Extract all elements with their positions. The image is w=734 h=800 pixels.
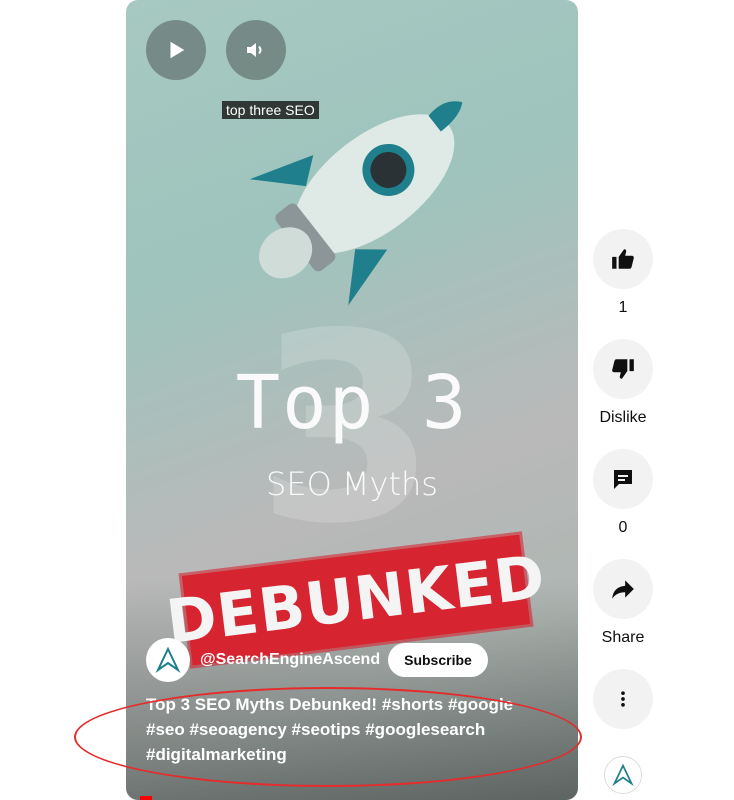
like-action: 1 [592,229,654,317]
like-count: 1 [618,299,628,316]
thumbs-down-icon [612,359,634,379]
thumbs-up-icon [612,249,634,269]
like-button[interactable] [593,229,653,289]
volume-button[interactable] [226,20,286,80]
video-title[interactable]: Top 3 SEO Myths Debunked! #shorts #googl… [146,692,556,767]
dislike-action: Dislike [592,339,654,427]
channel-row: @SearchEngineAscend Subscribe [146,637,488,683]
channel-avatar[interactable] [146,638,190,682]
caption-text: top three SEO [222,101,319,119]
progress-bar[interactable] [140,796,152,800]
more-action [592,669,654,729]
comment-action: 0 [592,449,654,537]
volume-icon [247,43,262,57]
more-vert-icon [621,691,625,707]
channel-logo-icon [612,763,634,787]
dislike-label: Dislike [599,409,647,426]
channel-handle[interactable]: @SearchEngineAscend [200,651,380,669]
more-options-button[interactable] [593,669,653,729]
play-icon [170,41,185,59]
share-action: Share [592,559,654,647]
comment-icon [614,470,632,489]
play-button[interactable] [146,20,206,80]
channel-avatar-small[interactable] [604,756,642,794]
share-label: Share [601,629,645,646]
subscribe-button[interactable]: Subscribe [388,643,488,677]
comments-button[interactable] [593,449,653,509]
channel-logo-icon [155,646,181,673]
dislike-button[interactable] [593,339,653,399]
share-icon [612,580,634,599]
share-button[interactable] [593,559,653,619]
comment-count: 0 [618,519,628,536]
